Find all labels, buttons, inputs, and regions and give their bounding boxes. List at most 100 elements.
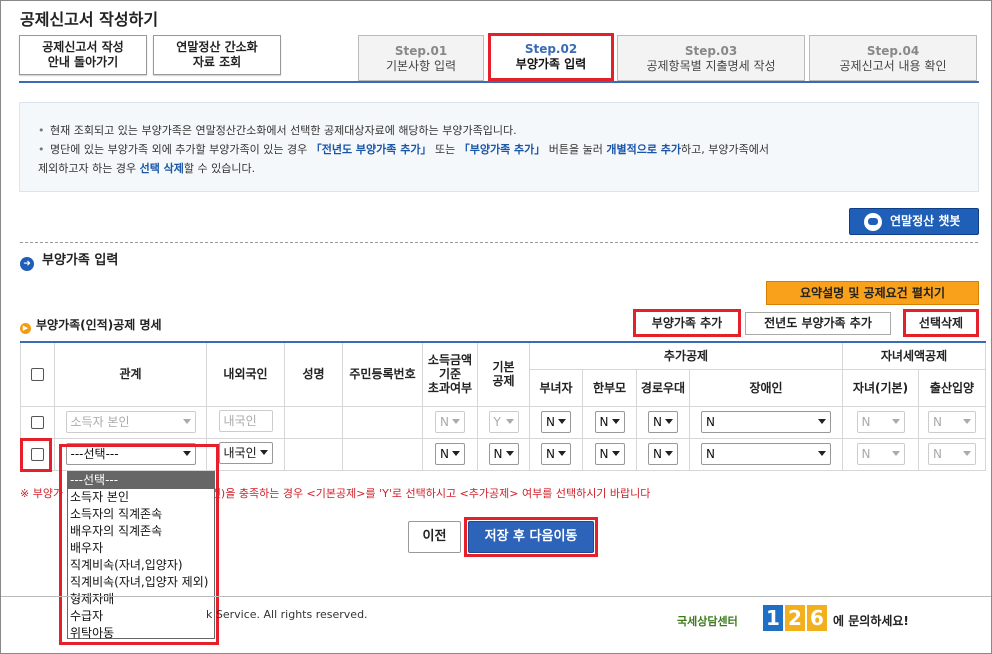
- chevron-down-icon: [665, 451, 673, 456]
- relation-option[interactable]: ---선택---: [68, 472, 214, 489]
- chevron-down-icon: [505, 419, 514, 424]
- chevron-down-icon: [182, 419, 191, 424]
- info-line-2: • 명단에 있는 부양가족 외에 추가할 부양가족이 있는 경우 「전년도 부양가…: [38, 143, 769, 156]
- relation-option[interactable]: 배우자의 직계존속: [68, 523, 214, 540]
- extra-deduction-header: 추가공제: [529, 341, 843, 370]
- single-female-select[interactable]: N: [541, 443, 571, 465]
- basic-select[interactable]: N: [488, 443, 519, 465]
- relation-option[interactable]: 수급자: [68, 608, 214, 625]
- help-center-banner: 국세상담센터 1 2 6 에 문의하세요!: [677, 605, 917, 635]
- lookup-line1: 연말정산 간소화: [176, 40, 258, 54]
- income-select[interactable]: N: [435, 411, 465, 433]
- relation-option[interactable]: 직계비속(자녀,입양자 제외): [68, 574, 214, 591]
- relation-option[interactable]: 위탁아동: [68, 625, 214, 642]
- arrow-circle-icon: ▶: [20, 323, 31, 334]
- step-label: 기본사항 입력: [385, 59, 457, 73]
- relation-header: 관계: [54, 341, 207, 407]
- step-label: 공제신고서 내용 확인: [839, 59, 947, 73]
- delete-selected-button[interactable]: 선택삭제: [903, 309, 979, 337]
- nationality-header: 내외국인: [206, 341, 285, 407]
- prev-button[interactable]: 이전: [408, 521, 461, 553]
- relation-option[interactable]: 소득자의 직계존속: [68, 506, 214, 523]
- disabled-select[interactable]: N: [701, 443, 831, 465]
- row-checkbox[interactable]: [31, 416, 44, 429]
- disabled-header: 장애인: [689, 368, 843, 407]
- tab-step-02[interactable]: Step.02 부양가족 입력: [488, 33, 614, 81]
- checkbox-highlight: [20, 438, 52, 472]
- birth-adoption-select[interactable]: N: [928, 411, 976, 433]
- senior-select[interactable]: N: [648, 411, 678, 433]
- arrow-circle-icon: ➜: [20, 257, 34, 271]
- chevron-down-icon: [611, 419, 620, 424]
- chevron-down-icon: [452, 451, 460, 456]
- chevron-down-icon: [452, 419, 460, 424]
- step-label: 부양가족 입력: [515, 57, 587, 71]
- chevron-down-icon: [558, 419, 566, 424]
- disabled-select[interactable]: N: [701, 411, 831, 433]
- lookup-line2: 자료 조회: [192, 55, 242, 69]
- table-row: 소득자 본인 내국인 N Y N N N N N N: [20, 405, 986, 439]
- nationality-select[interactable]: 내국인: [218, 409, 273, 432]
- single-female-select[interactable]: N: [541, 411, 571, 433]
- help-ask-text: 에 문의하세요!: [833, 614, 909, 628]
- page-title: 공제신고서 작성하기: [20, 10, 159, 29]
- basic-deduction-header: 기본 공제: [477, 341, 530, 407]
- chevron-down-icon: [665, 419, 673, 424]
- add-dependent-button[interactable]: 부양가족 추가: [633, 309, 741, 337]
- chevron-down-icon: [818, 451, 826, 456]
- chatbot-label: 연말정산 챗봇: [890, 214, 961, 228]
- child-basic-select[interactable]: N: [856, 443, 905, 465]
- footer-divider: [1, 596, 991, 597]
- single-female-header: 부녀자: [529, 368, 583, 407]
- divider: [20, 242, 978, 243]
- chevron-down-icon: [963, 451, 971, 456]
- step-label: 공제항목별 지출명세 작성: [646, 59, 776, 73]
- senior-header: 경로우대: [636, 368, 690, 407]
- select-all-cell: [20, 341, 55, 407]
- basic-select[interactable]: Y: [488, 411, 519, 433]
- guide-back-button[interactable]: 공제신고서 작성 안내 돌아가기: [19, 35, 147, 75]
- child-basic-header: 자녀(기본): [842, 368, 919, 407]
- nationality-select[interactable]: 내국인: [218, 441, 273, 464]
- single-parent-select[interactable]: N: [594, 411, 625, 433]
- step-number: Step.04: [866, 44, 920, 58]
- section-title: ➜ 부양가족 입력: [20, 249, 118, 271]
- info-line-1: • 현재 조회되고 있는 부양가족은 연말정산간소화에서 선택한 공제대상자료에 …: [38, 124, 517, 137]
- step-number: Step.02: [524, 42, 578, 56]
- add-prev-year-dependent-button[interactable]: 전년도 부양가족 추가: [745, 312, 891, 335]
- child-basic-select[interactable]: N: [856, 411, 905, 433]
- tab-step-03[interactable]: Step.03 공제항목별 지출명세 작성: [617, 35, 805, 81]
- relation-select[interactable]: 소득자 본인: [65, 411, 196, 433]
- income-select[interactable]: N: [435, 443, 465, 465]
- guide-back-line2: 안내 돌아가기: [47, 55, 119, 69]
- save-next-button[interactable]: 저장 후 다음이동: [468, 521, 594, 553]
- step-number: Step.03: [684, 44, 738, 58]
- rrn-header: 주민등록번호: [342, 341, 423, 407]
- chatbot-button[interactable]: 연말정산 챗봇: [849, 208, 979, 235]
- chevron-down-icon: [818, 419, 826, 424]
- relation-option[interactable]: 소득자 본인: [68, 489, 214, 506]
- relation-dropdown-list: ---선택--- 소득자 본인 소득자의 직계존속 배우자의 직계존속 배우자 …: [67, 471, 215, 642]
- senior-select[interactable]: N: [648, 443, 678, 465]
- income-header: 소득금액 기준 초과여부: [422, 341, 478, 407]
- simplified-lookup-button[interactable]: 연말정산 간소화 자료 조회: [153, 35, 281, 75]
- relation-option[interactable]: 형제자매: [68, 591, 214, 608]
- chevron-down-icon: [558, 451, 566, 456]
- child-tax-credit-header: 자녀세액공제: [842, 341, 986, 370]
- chevron-down-icon: [611, 451, 620, 456]
- select-all-checkbox[interactable]: [31, 368, 44, 382]
- relation-option[interactable]: 배우자: [68, 540, 214, 557]
- chevron-down-icon: [259, 449, 268, 455]
- single-parent-header: 한부모: [582, 368, 637, 407]
- birth-adoption-select[interactable]: N: [928, 443, 976, 465]
- digit-6: 6: [807, 605, 827, 631]
- info-box: • 현재 조회되고 있는 부양가족은 연말정산간소화에서 선택한 공제대상자료에 …: [19, 102, 979, 192]
- chevron-down-icon: [963, 419, 971, 424]
- summary-expand-button[interactable]: 요약설명 및 공제요건 펼치기: [766, 281, 979, 305]
- single-parent-select[interactable]: N: [594, 443, 625, 465]
- birth-adoption-header: 출산입양: [918, 368, 986, 407]
- guide-back-line1: 공제신고서 작성: [42, 40, 124, 54]
- tab-step-04[interactable]: Step.04 공제신고서 내용 확인: [809, 35, 977, 81]
- relation-option[interactable]: 직계비속(자녀,입양자): [68, 557, 214, 574]
- tab-step-01[interactable]: Step.01 기본사항 입력: [358, 35, 484, 81]
